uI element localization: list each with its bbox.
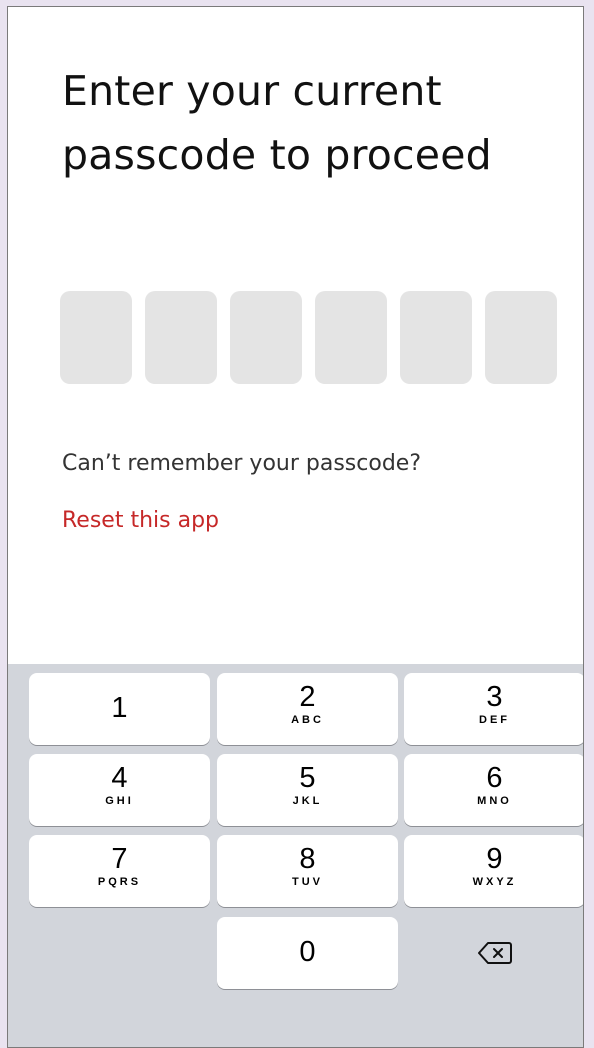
passcode-digit-box[interactable] — [400, 291, 472, 384]
key-4[interactable]: 4 GHI — [29, 754, 210, 826]
passcode-input[interactable] — [60, 291, 557, 384]
page-title: Enter your current passcode to proceed — [62, 67, 492, 179]
key-letters: TUV — [292, 876, 323, 888]
key-3[interactable]: 3 DEF — [404, 673, 583, 745]
key-2[interactable]: 2 ABC — [217, 673, 398, 745]
passcode-digit-box[interactable] — [230, 291, 302, 384]
passcode-screen: Enter your current passcode to proceed C… — [7, 6, 584, 1048]
key-5[interactable]: 5 JKL — [217, 754, 398, 826]
passcode-digit-box[interactable] — [315, 291, 387, 384]
key-9[interactable]: 9 WXYZ — [404, 835, 583, 907]
key-6[interactable]: 6 MNO — [404, 754, 583, 826]
key-letters: GHI — [105, 795, 134, 807]
key-digit: 8 — [299, 843, 316, 875]
backspace-icon — [477, 942, 512, 964]
key-8[interactable]: 8 TUV — [217, 835, 398, 907]
key-letters: PQRS — [97, 876, 142, 888]
passcode-digit-box[interactable] — [485, 291, 557, 384]
key-digit: 5 — [299, 762, 316, 794]
key-letters: JKL — [292, 795, 323, 807]
key-digit: 6 — [486, 762, 503, 794]
reset-app-link[interactable]: Reset this app — [62, 508, 219, 533]
key-digit: 4 — [111, 762, 128, 794]
key-letters: DEF — [479, 714, 510, 726]
forgot-passcode-text: Can’t remember your passcode? — [62, 451, 421, 476]
key-digit: 9 — [486, 843, 503, 875]
key-1[interactable]: 1 — [29, 673, 210, 745]
key-letters: MNO — [477, 795, 512, 807]
passcode-digit-box[interactable] — [145, 291, 217, 384]
key-digit: 2 — [299, 681, 316, 713]
key-digit: 1 — [111, 692, 128, 724]
passcode-digit-box[interactable] — [60, 291, 132, 384]
key-7[interactable]: 7 PQRS — [29, 835, 210, 907]
key-digit: 0 — [299, 936, 316, 968]
key-0[interactable]: 0 — [217, 917, 398, 989]
key-letters: WXYZ — [472, 876, 517, 888]
delete-key[interactable] — [404, 917, 583, 989]
key-digit: 7 — [111, 843, 128, 875]
numeric-keypad: 1 2 ABC 3 DEF 4 GHI 5 JKL 6 MNO 7 PQRS 8… — [8, 664, 583, 1047]
key-digit: 3 — [486, 681, 503, 713]
key-letters: ABC — [291, 714, 324, 726]
